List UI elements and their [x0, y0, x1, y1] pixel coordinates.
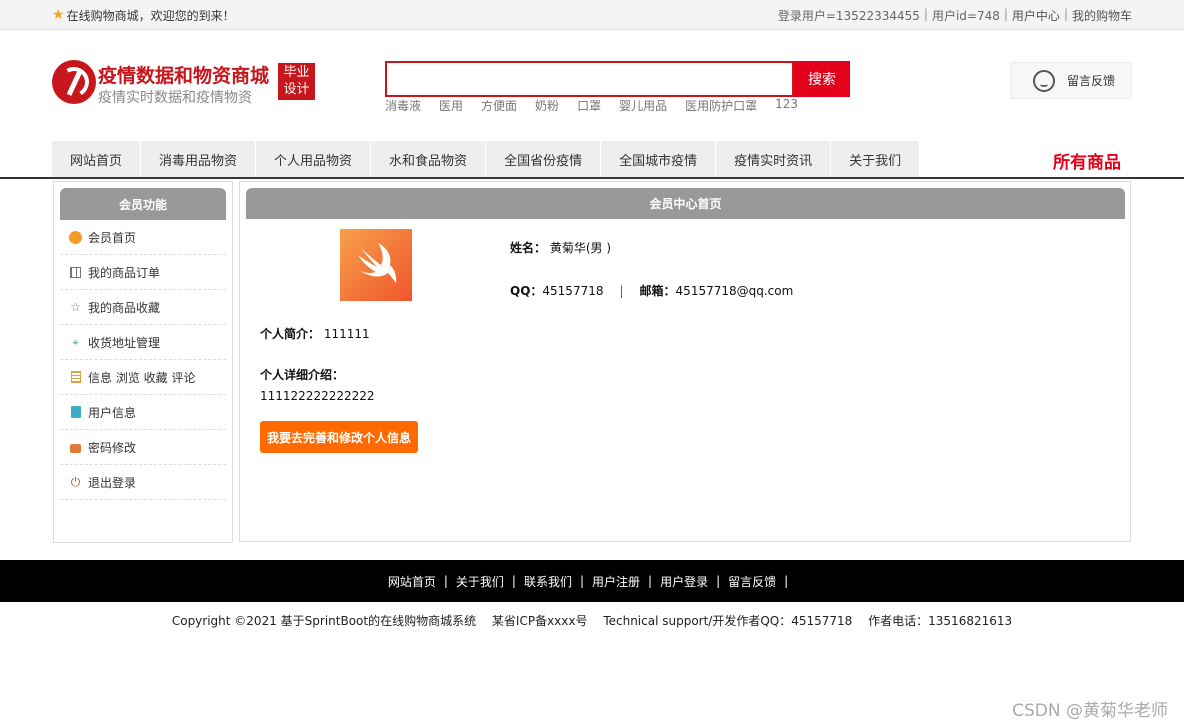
hotword-link[interactable]: 奶粉 [535, 97, 559, 114]
copyright-text: Copyright ©2021 基于SprintBoot的在线购物商城系统 [171, 614, 477, 628]
hotword-link[interactable]: 医用 [439, 97, 463, 114]
hotword-link[interactable]: 123 [775, 97, 798, 114]
detail-label: 个人详细介绍： [260, 368, 345, 382]
graduation-badge: 毕业 设计 [278, 63, 315, 100]
site-subtitle: 疫情实时数据和疫情物资 [98, 90, 252, 106]
hotword-link[interactable]: 医用防护口罩 [685, 97, 757, 114]
hotword-link[interactable]: 消毒液 [385, 97, 421, 114]
footer-link-register[interactable]: 用户注册 [592, 573, 640, 590]
edit-profile-button[interactable]: 我要去完善和修改个人信息 [260, 421, 418, 453]
name-field: 姓名： 黄菊华(男 ) [510, 241, 612, 255]
order-icon [69, 266, 82, 279]
sidebar-item-member-home[interactable]: 会员首页 [60, 220, 226, 255]
sidebar-item-logout[interactable]: ⏻ 退出登录 [60, 465, 226, 500]
sidebar-item-favorites[interactable]: ☆ 我的商品收藏 [60, 290, 226, 325]
icp-text: 某省ICP备xxxx号 [491, 614, 588, 628]
nav-item-news[interactable]: 疫情实时资讯 [716, 141, 832, 177]
member-center-panel: 会员中心首页 姓名： 黄菊华(男 ) QQ：45157718 | 邮箱：451577… [239, 181, 1131, 542]
support-text: Technical support/开发作者QQ：45157718 [603, 614, 853, 628]
clipboard-icon [69, 406, 82, 419]
sidebar-item-orders[interactable]: 我的商品订单 [60, 255, 226, 290]
customer-service-icon [1033, 69, 1055, 92]
footer-link-home[interactable]: 网站首页 [388, 573, 436, 590]
sidebar-item-user-info[interactable]: 用户信息 [60, 395, 226, 430]
avatar [340, 229, 412, 301]
search-button[interactable]: 搜索 [794, 61, 850, 97]
star-icon: ★ [52, 7, 65, 23]
sidebar-item-address[interactable]: ⌖ 收货地址管理 [60, 325, 226, 360]
hotword-link[interactable]: 方便面 [481, 97, 517, 114]
feedback-button[interactable]: 留言反馈 [1010, 62, 1132, 99]
feedback-label: 留言反馈 [1067, 74, 1116, 88]
email-value: 45157718@qq.com [675, 284, 794, 298]
user-center-link[interactable]: 用户中心 [1012, 7, 1060, 24]
header: 疫情数据和物资商城 疫情实时数据和疫情物资 毕业 设计 搜索 消毒液 医用 方便… [0, 30, 1184, 140]
top-bar: ★ 在线购物商城，欢迎您的到来！ 登录用户=13522334455 | 用户id… [0, 0, 1184, 30]
qq-value: 45157718 [542, 284, 604, 298]
phone-text: 作者电话：13516821613 [868, 614, 1013, 628]
search-input[interactable] [387, 63, 792, 95]
document-icon [69, 371, 82, 384]
contact-field: QQ：45157718 | 邮箱：45157718@qq.com [510, 284, 794, 298]
intro-field: 个人简介： 111111 [260, 327, 370, 341]
all-goods-link[interactable]: 所有商品 [1053, 148, 1121, 173]
footer-link-about[interactable]: 关于我们 [456, 573, 504, 590]
nav-item-province[interactable]: 全国省份疫情 [486, 141, 602, 177]
logo-icon[interactable] [52, 60, 96, 104]
nav-item-food[interactable]: 水和食品物资 [371, 141, 487, 177]
power-icon: ⏻ [70, 474, 81, 489]
detail-value: 111122222222222 [260, 389, 375, 403]
lock-icon [69, 441, 82, 454]
welcome-text: 在线购物商城，欢迎您的到来！ [66, 8, 235, 23]
panel-title: 会员中心首页 [246, 188, 1125, 219]
hotword-link[interactable]: 婴儿用品 [619, 97, 667, 114]
nav-item-city[interactable]: 全国城市疫情 [601, 141, 717, 177]
main-nav: 网站首页 消毒用品物资 个人用品物资 水和食品物资 全国省份疫情 全国城市疫情 … [0, 141, 1184, 179]
hot-keywords: 消毒液 医用 方便面 奶粉 口罩 婴儿用品 医用防护口罩 123 [385, 97, 816, 114]
nav-item-personal[interactable]: 个人用品物资 [256, 141, 372, 177]
user-links: 登录用户=13522334455 | 用户id=748 | 用户中心 | 我的购… [777, 6, 1132, 24]
sidebar-title: 会员功能 [60, 188, 226, 220]
user-id-text: 用户id=748 [931, 8, 1000, 23]
hotword-link[interactable]: 口罩 [577, 97, 601, 114]
star-icon: ☆ [70, 300, 81, 314]
search-box [385, 61, 794, 97]
footer-nav: 网站首页 | 关于我们 | 联系我们 | 用户注册 | 用户登录 | 留言反馈 | [0, 560, 1184, 602]
member-sidebar: 会员功能 会员首页 我的商品订单 ☆ 我的商品收藏 ⌖ 收货地址管理 信息 浏览… [53, 181, 233, 543]
nav-item-home[interactable]: 网站首页 [52, 141, 142, 177]
sidebar-item-activity[interactable]: 信息 浏览 收藏 评论 [60, 360, 226, 395]
sidebar-item-password[interactable]: 密码修改 [60, 430, 226, 465]
footer-link-feedback[interactable]: 留言反馈 [728, 573, 776, 590]
watermark: CSDN @黄菊华老师 [1012, 701, 1168, 721]
home-icon [69, 230, 82, 244]
nav-item-about[interactable]: 关于我们 [831, 141, 921, 177]
footer-link-login[interactable]: 用户登录 [660, 573, 708, 590]
copyright-line: Copyright ©2021 基于SprintBoot的在线购物商城系统 某省… [0, 612, 1184, 629]
nav-item-disinfection[interactable]: 消毒用品物资 [141, 141, 257, 177]
login-user-text: 登录用户=13522334455 [777, 8, 920, 23]
cart-link[interactable]: 我的购物车 [1072, 7, 1132, 24]
location-icon: ⌖ [72, 334, 79, 349]
welcome-message: ★ 在线购物商城，欢迎您的到来！ [52, 7, 235, 24]
footer-link-contact[interactable]: 联系我们 [524, 573, 572, 590]
site-title: 疫情数据和物资商城 [98, 65, 270, 87]
swift-logo-icon [358, 243, 397, 283]
